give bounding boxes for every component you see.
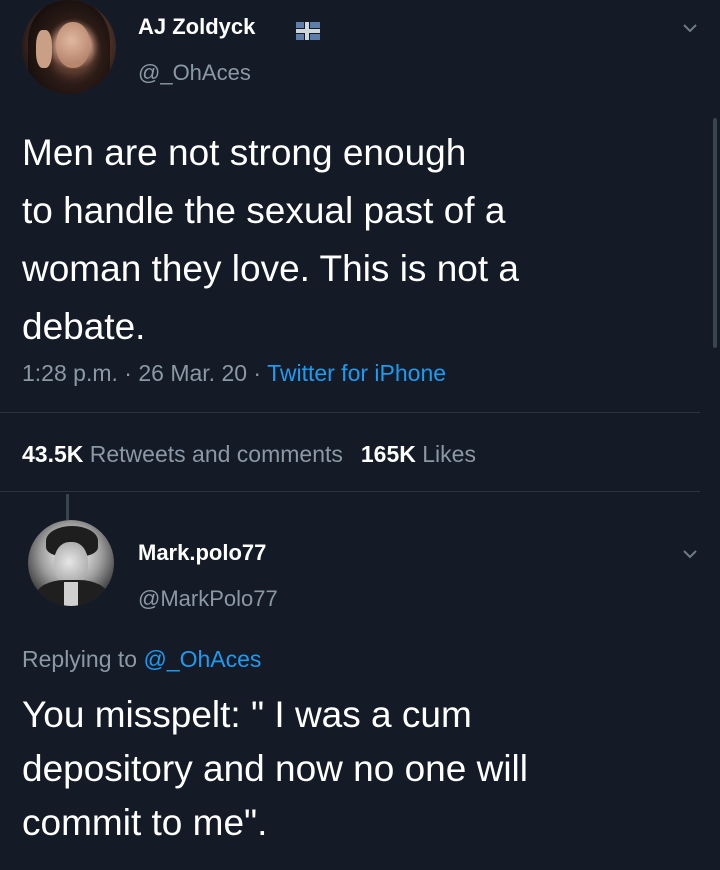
chevron-down-icon[interactable]	[682, 546, 698, 562]
avatar[interactable]	[22, 0, 116, 94]
likes-stat[interactable]: 165K Likes	[361, 441, 476, 467]
retweets-count: 43.5K	[22, 441, 84, 467]
meta-separator: ·	[247, 360, 268, 386]
reply-avatar[interactable]	[28, 520, 114, 606]
divider	[0, 491, 700, 492]
tweet-source-link[interactable]: Twitter for iPhone	[267, 360, 446, 386]
replying-label: Replying to	[22, 646, 138, 672]
flag-icon	[296, 22, 320, 40]
retweets-stat[interactable]: 43.5K Retweets and comments	[22, 441, 343, 467]
meta-separator: ·	[117, 360, 139, 386]
tweet-stats: 43.5K Retweets and comments 165K Likes	[22, 441, 476, 468]
reply-author-handle[interactable]: @MarkPolo77	[138, 586, 278, 612]
twitter-thread-screen: AJ Zoldyck @_OhAces Men are not strong e…	[0, 0, 720, 870]
avatar-hand	[36, 30, 52, 68]
likes-label: Likes	[422, 441, 476, 467]
avatar-face	[56, 22, 90, 68]
thread-line	[66, 494, 69, 520]
replying-to: Replying to @_OhAces	[22, 646, 261, 673]
divider	[0, 412, 700, 413]
chevron-down-icon[interactable]	[682, 20, 698, 36]
scrollbar[interactable]	[713, 118, 717, 348]
reply-author-name[interactable]: Mark.polo77	[138, 540, 266, 566]
tweet-text: Men are not strong enough to handle the …	[22, 132, 520, 347]
tweet-date: 26 Mar. 20	[138, 360, 248, 386]
reply-text: You misspelt: " I was a cum depository a…	[22, 694, 528, 843]
replying-handle-link[interactable]: @_OhAces	[143, 646, 261, 672]
tweet-meta: 1:28 p.m. · 26 Mar. 20 · Twitter for iPh…	[22, 360, 446, 387]
avatar-shirt	[64, 582, 78, 606]
tweet-time: 1:28 p.m.	[22, 360, 118, 386]
retweets-label: Retweets and comments	[89, 441, 343, 467]
likes-count: 165K	[360, 441, 416, 467]
author-handle[interactable]: @_OhAces	[138, 60, 251, 86]
author-name[interactable]: AJ Zoldyck	[138, 14, 255, 40]
main-tweet[interactable]: AJ Zoldyck @_OhAces Men are not strong e…	[0, 0, 720, 492]
